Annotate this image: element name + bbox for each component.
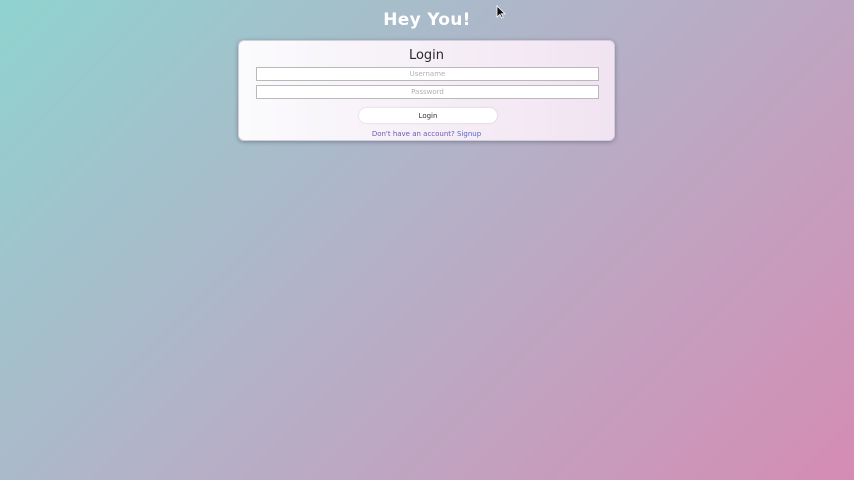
signup-prompt-row: Don't have an account? Signup: [239, 130, 614, 138]
login-button[interactable]: Login: [359, 108, 497, 123]
password-input[interactable]: [256, 85, 599, 99]
login-card: Login Login Don't have an account? Signu…: [238, 40, 615, 141]
login-page: { "header": { "title": "Hey You!" }, "lo…: [0, 0, 854, 480]
signup-link[interactable]: Signup: [457, 130, 481, 138]
username-input[interactable]: [256, 67, 599, 81]
mouse-pointer-icon: [496, 5, 506, 19]
page-title: Hey You!: [383, 10, 471, 30]
signup-prompt-text: Don't have an account?: [371, 130, 455, 138]
login-title: Login: [408, 48, 445, 63]
